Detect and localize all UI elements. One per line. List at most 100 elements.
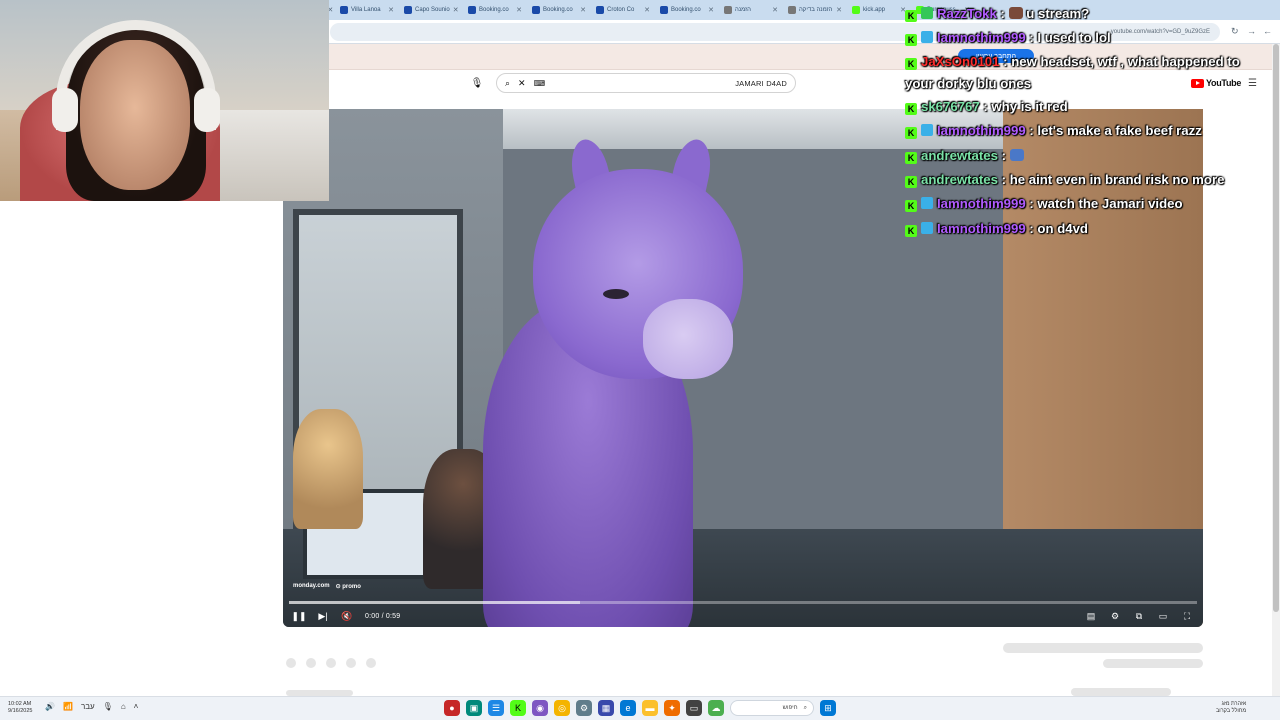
chat-message-text: I used to lol [1037,30,1111,46]
loading-dot [286,658,296,668]
chat-message: K RazzTokk : u stream? [905,2,1265,26]
file-explorer-icon[interactable]: ▬ [642,700,658,716]
tab-label: Booking.co [543,7,573,13]
browser-tab[interactable]: Capo Sounio ✕ [400,2,462,18]
close-tab-icon[interactable]: ✕ [388,6,394,14]
close-tab-icon[interactable]: ✕ [772,6,778,14]
video-buffer-bar [289,601,580,604]
windows-start-icon[interactable]: ⊞ [820,700,836,716]
clock-date: 9/16/2025 [8,708,33,714]
edge-icon[interactable]: e [620,700,636,716]
browser-tab[interactable]: Villa Lanoa ✕ [336,2,398,18]
pause-icon[interactable]: ❚❚ [291,610,306,622]
app-icon[interactable]: ▭ [686,700,702,716]
tray-expand-chevron-icon[interactable]: ˄ [134,702,139,711]
video-time: 0:00 / 0:59 [365,612,401,620]
tab-favicon-icon [788,6,796,14]
chat-username[interactable]: Iamnothim999 [937,196,1026,211]
scrollbar-thumb[interactable] [1273,44,1279,612]
weather-line-2: מחולל בקרוב [1216,708,1247,714]
webcam-headset-earcup [194,88,220,132]
chat-emote-icon [1009,148,1024,161]
chat-username[interactable]: Iamnothim999 [937,123,1026,138]
loading-dot [346,658,356,668]
purple-llama-eye [603,289,629,299]
browser-tab[interactable]: Croton Co ✕ [592,2,654,18]
chat-message: K Iamnothim999 : on d4vd [905,217,1265,241]
chat-username[interactable]: RazzTokk [937,6,997,21]
chat-overlay: K RazzTokk : u stream? K Iamnothim999 : I u… [905,2,1265,241]
chat-username[interactable]: sk676767 [921,99,980,114]
chat-username[interactable]: Iamnothim999 [937,221,1026,236]
subtitles-icon[interactable]: ▤ [1085,610,1097,622]
wifi-icon[interactable]: 📶 [63,702,73,711]
tab-label: Booking.co [479,7,509,13]
tab-label: kick.app [863,7,886,13]
browser-tab[interactable]: Booking.co ✕ [464,2,526,18]
app-icon[interactable]: ▦ [598,700,614,716]
kick-badge-icon: K [905,176,917,189]
microphone-icon[interactable]: 🎙 [103,702,113,711]
search-icon[interactable]: ⌕ [505,78,510,89]
close-tab-icon[interactable]: ✕ [836,6,842,14]
video-progress-bar[interactable] [289,601,1197,604]
kick-badge-icon: K [905,102,917,115]
browser-tab[interactable]: Booking.co ✕ [528,2,590,18]
close-tab-icon[interactable]: ✕ [580,6,586,14]
kick-app-icon[interactable]: K [510,700,526,716]
discord-icon[interactable]: ◉ [532,700,548,716]
loading-dot [306,658,316,668]
close-tab-icon[interactable]: ✕ [644,6,650,14]
chat-message: Kandrewtates : he aint even in brand ris… [905,168,1265,192]
chat-username[interactable]: andrewtates [921,172,998,187]
chat-separator: : [979,98,992,114]
close-tab-icon[interactable]: ✕ [453,6,459,14]
chat-username[interactable]: Iamnothim999 [937,30,1026,45]
app-icon[interactable]: ▣ [466,700,482,716]
keyboard-icon[interactable]: ⌨ [534,79,546,88]
chat-message-text: on d4vd [1037,220,1088,236]
voice-search-mic-icon[interactable]: 🎙 [470,76,484,90]
browser-tab[interactable]: Booking.co ✕ [656,2,718,18]
chrome-icon[interactable]: ◎ [554,700,570,716]
chat-message: K Iamnothim999 : watch the Jamari video [905,192,1265,216]
skeleton-subtitle-placeholder [1103,659,1203,668]
clock[interactable]: 10:02 AM 9/16/2025 [8,701,32,715]
chat-message: K JaXsOn0101 : new headset, wtf , what ha… [905,51,1265,95]
settings-gear-icon[interactable]: ⚙ [1109,610,1121,622]
settings-gear-icon[interactable]: ⚙ [576,700,592,716]
mute-volume-icon[interactable]: 🔇 [341,610,353,622]
search-box[interactable]: ⌕ ✕ ⌨ JAMARI D4AD [496,73,796,93]
chat-username[interactable]: JaXsOn0101 [921,54,999,69]
hardware-icon[interactable]: ⌂ [121,702,126,711]
notes-app-icon[interactable]: ☰ [488,700,504,716]
browser-tab[interactable]: kick.app ✕ [848,2,910,18]
kick-badge-icon: K [905,10,917,22]
taskbar-search[interactable]: חיפוש ⌕ [730,700,814,716]
miniplayer-icon[interactable]: ⧉ [1133,610,1145,622]
kick-badge-icon: K [905,57,917,70]
app-icon[interactable]: ● [444,700,460,716]
app-icon[interactable]: ✦ [664,700,680,716]
close-tab-icon[interactable]: ✕ [708,6,714,14]
close-tab-icon[interactable]: ✕ [516,6,522,14]
video-watermark: monday.com ⊙ promo [293,583,361,590]
volume-icon[interactable]: 🔊 [45,702,55,711]
language-indicator[interactable]: עבר [81,702,95,711]
browser-tab[interactable]: הזמנה בדיקה ✕ [784,2,846,18]
next-video-icon[interactable]: ▶| [317,610,329,622]
chat-emote-icon [1008,7,1023,19]
chat-separator: : [1025,196,1038,212]
chat-username[interactable]: andrewtates [921,148,998,163]
theater-mode-icon[interactable]: ▭ [1157,610,1169,622]
widgets-icon[interactable]: ☁ [708,700,724,716]
kick-badge-icon: K [905,224,917,237]
weather-widget[interactable]: אזהרת מזג מחולל בקרוב [1216,701,1246,715]
fullscreen-icon[interactable]: ⛶ [1181,610,1193,622]
page-scrollbar[interactable] [1272,44,1280,696]
subscriber-badge-icon [921,221,933,234]
browser-tab[interactable]: הזמנה ✕ [720,2,782,18]
tab-label: Booking.co [671,7,701,13]
tab-label: הזמנה בדיקה [799,7,833,13]
clear-search-icon[interactable]: ✕ [518,78,526,89]
